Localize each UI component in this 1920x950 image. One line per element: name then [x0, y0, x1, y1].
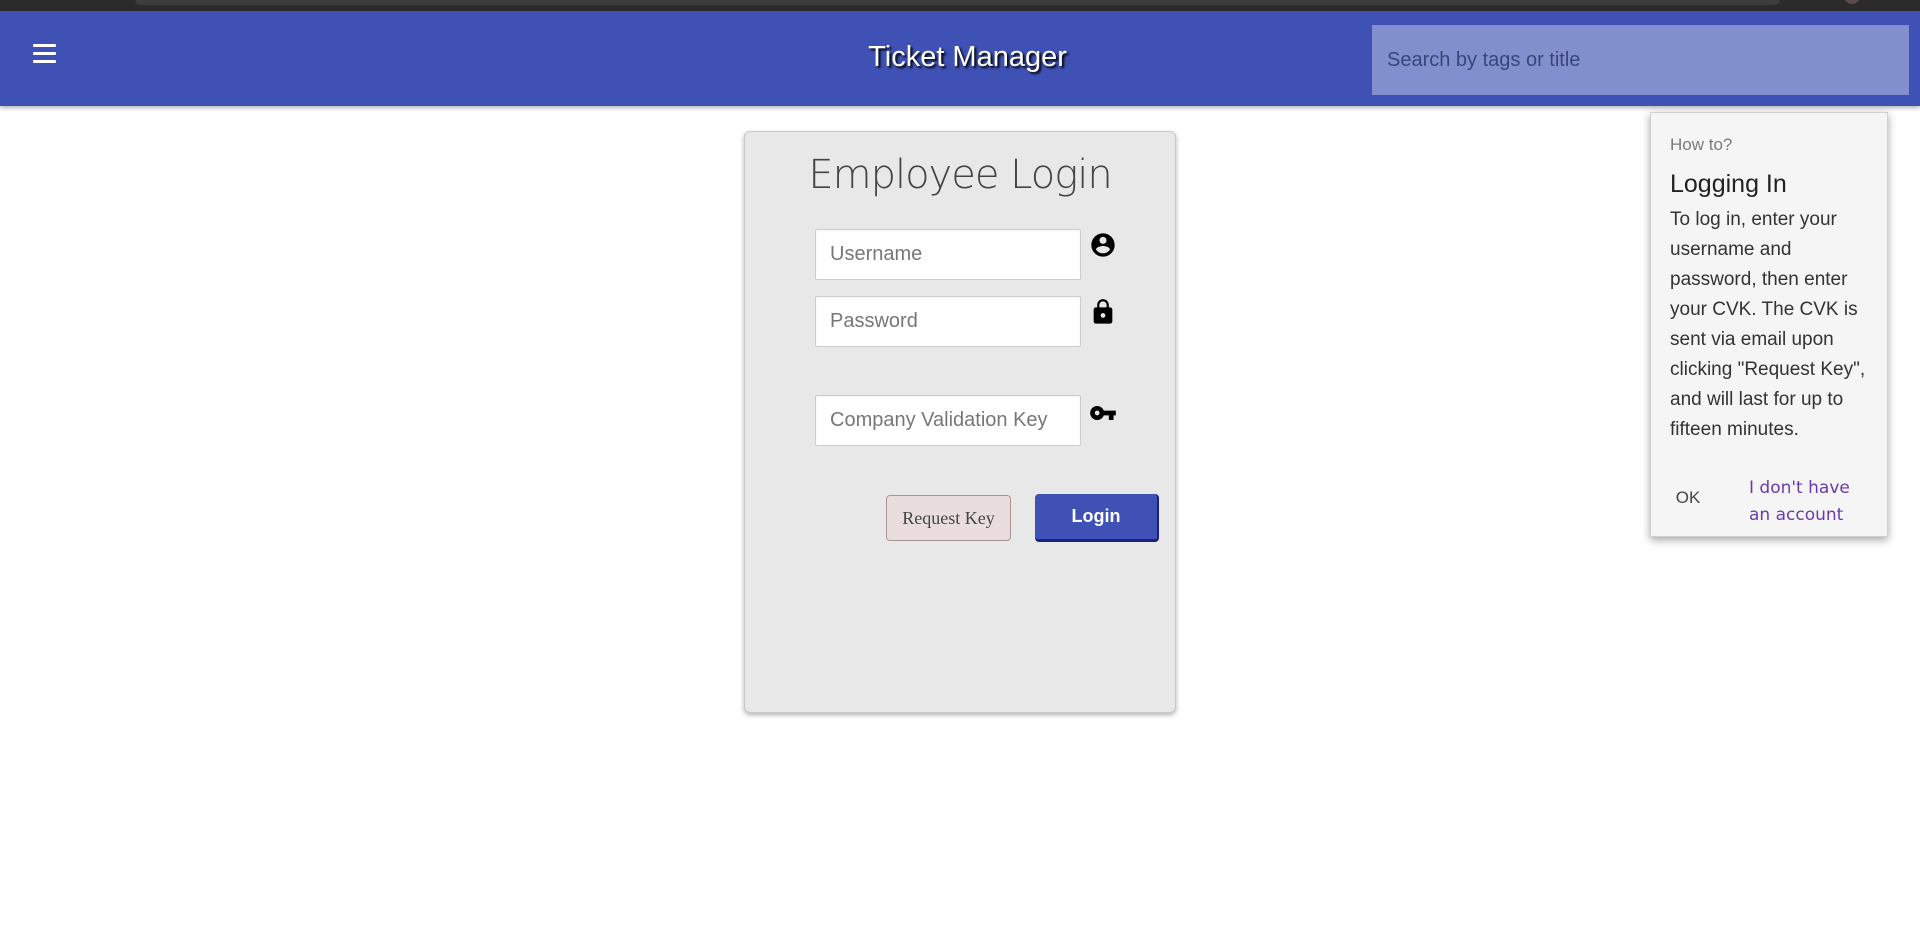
login-card: Employee Login Request Key Login — [744, 131, 1176, 713]
how-to-panel: How to? Logging In To log in, enter your… — [1650, 112, 1888, 537]
browser-profile-icon — [1845, 0, 1859, 4]
login-button[interactable]: Login — [1035, 494, 1159, 542]
browser-url-bar — [135, 0, 1780, 5]
no-account-button[interactable]: I don't have an account — [1749, 475, 1869, 529]
password-field[interactable] — [815, 296, 1081, 347]
login-title: Employee Login — [808, 152, 1112, 198]
app-header: Ticket Manager — [0, 11, 1920, 106]
how-to-subtitle: How to? — [1670, 135, 1733, 154]
username-field[interactable] — [815, 229, 1081, 280]
ok-button[interactable]: OK — [1663, 483, 1713, 513]
lock-icon — [1093, 299, 1113, 324]
how-to-title: Logging In — [1670, 170, 1787, 198]
request-key-button[interactable]: Request Key — [886, 495, 1011, 541]
company-validation-key-field[interactable] — [815, 395, 1081, 446]
search-input[interactable] — [1372, 25, 1909, 95]
how-to-body: To log in, enter your username and passw… — [1670, 209, 1866, 440]
key-icon — [1090, 406, 1116, 420]
browser-top-strip — [0, 0, 1920, 11]
account-circle-icon — [1091, 233, 1115, 257]
